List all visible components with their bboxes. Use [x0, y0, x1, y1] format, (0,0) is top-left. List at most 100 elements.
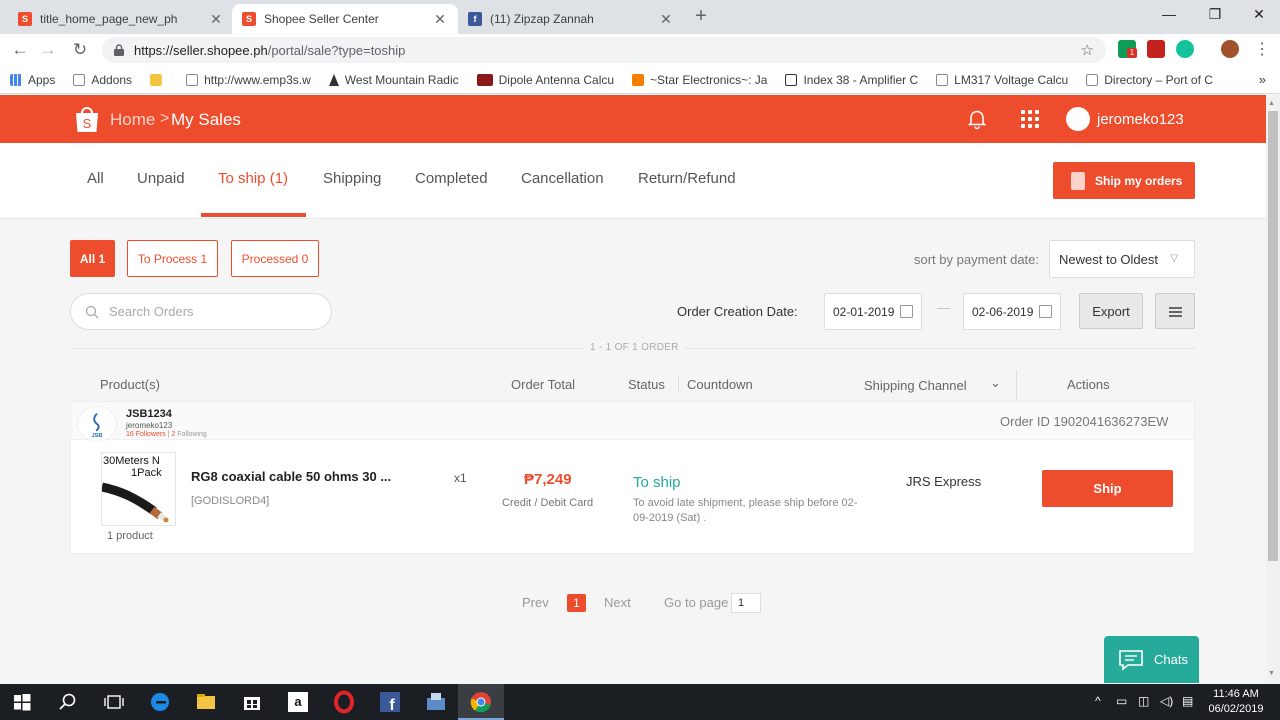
- tray-overflow-icon[interactable]: ^: [1095, 694, 1101, 708]
- export-button[interactable]: Export: [1079, 293, 1143, 329]
- scroll-down-icon[interactable]: ▼: [1268, 670, 1275, 677]
- ship-button[interactable]: Ship: [1042, 470, 1173, 507]
- search-input[interactable]: [109, 304, 309, 319]
- network-icon[interactable]: ◫: [1138, 694, 1149, 708]
- tab-unpaid[interactable]: Unpaid: [137, 170, 185, 187]
- maximize-icon[interactable]: ❐: [1192, 0, 1238, 30]
- windows-start-icon[interactable]: [10, 690, 34, 714]
- new-tab-icon[interactable]: +: [690, 6, 712, 28]
- browser-tab-title: Shopee Seller Center: [264, 12, 379, 26]
- bell-icon[interactable]: [966, 108, 988, 130]
- volume-icon[interactable]: ◁): [1160, 694, 1173, 708]
- close-tab-icon[interactable]: ✕: [658, 11, 674, 28]
- product-quantity: x1: [454, 471, 467, 485]
- blocker-extension-icon[interactable]: [1147, 40, 1165, 58]
- ship-my-orders-button[interactable]: Ship my orders: [1053, 162, 1195, 199]
- extension-icon[interactable]: 1: [1118, 40, 1137, 58]
- tab-cancellation[interactable]: Cancellation: [521, 170, 604, 187]
- browser-tab-3[interactable]: f (11) Zipzap Zannah ✕: [458, 4, 684, 34]
- browser-tab-1[interactable]: S title_home_page_new_ph ✕: [8, 4, 234, 34]
- next-page-button[interactable]: Next: [604, 595, 631, 610]
- username[interactable]: jeromeko123: [1097, 111, 1184, 128]
- shop-name[interactable]: JSB1234: [126, 408, 172, 420]
- coax-cable-illustration: [102, 482, 169, 523]
- taskbar-clock[interactable]: 11:46 AM 06/02/2019: [1206, 687, 1266, 717]
- current-page[interactable]: 1: [567, 594, 586, 612]
- sort-value: Newest to Oldest: [1059, 251, 1158, 267]
- browser-tab-strip: S title_home_page_new_ph ✕ S Shopee Sell…: [0, 0, 1280, 34]
- sort-dropdown[interactable]: Newest to Oldest ▽: [1049, 240, 1195, 278]
- go-to-page-input[interactable]: 1: [731, 593, 761, 613]
- edge-browser-icon[interactable]: [148, 690, 172, 714]
- facebook-icon[interactable]: f: [378, 690, 402, 714]
- apps-grid-icon[interactable]: [1021, 110, 1039, 128]
- scrollbar-thumb[interactable]: [1268, 111, 1278, 561]
- facebook-favicon-icon: f: [468, 12, 482, 26]
- bookmark-item[interactable]: ~Star Electronics~: Ja: [632, 73, 767, 87]
- bookmark-item[interactable]: West Mountain Radic: [328, 73, 459, 87]
- bookmark-item[interactable]: [150, 73, 168, 86]
- back-icon[interactable]: ←: [8, 38, 32, 62]
- date-range-dash: —: [937, 300, 950, 315]
- product-name[interactable]: RG8 coaxial cable 50 ohms 30 ...: [191, 469, 391, 484]
- breadcrumb-home[interactable]: Home: [110, 110, 155, 130]
- column-header-order-total: Order Total: [511, 377, 576, 392]
- file-explorer-icon[interactable]: [194, 690, 218, 714]
- bookmark-item[interactable]: Directory – Port of C: [1086, 73, 1213, 87]
- browser-tab-2[interactable]: S Shopee Seller Center ✕: [232, 4, 458, 34]
- action-center-icon[interactable]: ▤: [1182, 694, 1193, 708]
- bookmark-item[interactable]: Dipole Antenna Calcu: [476, 73, 614, 87]
- rb-icon: [476, 73, 493, 86]
- chevron-down-icon[interactable]: ⌄: [990, 375, 1001, 391]
- tab-completed[interactable]: Completed: [415, 170, 488, 187]
- network-app-icon[interactable]: [424, 690, 448, 714]
- index-icon: [785, 73, 798, 86]
- bookmarks-overflow-icon[interactable]: »: [1259, 72, 1266, 87]
- battery-icon[interactable]: ▭: [1116, 694, 1127, 708]
- lock-icon: [114, 44, 124, 56]
- forward-icon[interactable]: →: [36, 38, 60, 62]
- minimize-icon[interactable]: —: [1146, 0, 1192, 30]
- filter-chip-all[interactable]: All 1: [70, 240, 115, 277]
- chats-button[interactable]: Chats: [1104, 636, 1199, 683]
- grammarly-extension-icon[interactable]: [1176, 40, 1194, 58]
- calendar-icon[interactable]: [1039, 305, 1052, 318]
- profile-avatar-icon[interactable]: [1221, 40, 1239, 58]
- product-image[interactable]: 30Meters N 1Pack: [101, 452, 176, 526]
- search-icon[interactable]: [56, 690, 80, 714]
- chrome-icon[interactable]: [469, 690, 493, 714]
- bookmark-item[interactable]: LM317 Voltage Calcu: [936, 73, 1068, 87]
- window-close-icon[interactable]: ✕: [1236, 0, 1280, 30]
- tab-shipping[interactable]: Shipping: [323, 170, 381, 187]
- opera-icon[interactable]: [332, 690, 356, 714]
- date-to-field[interactable]: 02-06-2019: [963, 293, 1061, 330]
- calendar-icon[interactable]: [900, 305, 913, 318]
- store-icon[interactable]: [240, 690, 264, 714]
- bookmark-item[interactable]: http://www.emp3s.w: [186, 73, 311, 87]
- task-view-icon[interactable]: [102, 690, 126, 714]
- filter-chip-processed[interactable]: Processed 0: [231, 240, 319, 277]
- bookmark-item[interactable]: Apps: [10, 73, 55, 87]
- date-from-field[interactable]: 02-01-2019: [824, 293, 922, 330]
- bookmark-item[interactable]: Index 38 - Amplifier C: [785, 73, 918, 87]
- list-menu-button[interactable]: [1155, 293, 1195, 329]
- prev-page-button[interactable]: Prev: [522, 595, 549, 610]
- bookmark-star-icon[interactable]: ☆: [1081, 41, 1094, 59]
- shopee-logo-icon[interactable]: S: [72, 104, 102, 134]
- close-tab-icon[interactable]: ✕: [208, 11, 224, 28]
- bookmark-item[interactable]: Addons: [73, 73, 132, 87]
- column-header-shipping-channel[interactable]: Shipping Channel: [864, 378, 967, 393]
- amazon-icon[interactable]: a: [286, 690, 310, 714]
- tab-return-refund[interactable]: Return/Refund: [638, 170, 736, 187]
- filter-chip-to-process[interactable]: To Process 1: [127, 240, 218, 277]
- tab-to-ship[interactable]: To ship (1): [218, 170, 288, 187]
- browser-toolbar: ← → ↻ https://seller.shopee.ph/portal/sa…: [0, 34, 1280, 66]
- address-bar[interactable]: https://seller.shopee.ph/portal/sale?typ…: [102, 37, 1106, 63]
- tab-all[interactable]: All: [87, 170, 104, 187]
- close-tab-icon[interactable]: ✕: [432, 11, 448, 28]
- chrome-menu-icon[interactable]: ⋮: [1250, 38, 1274, 62]
- scroll-up-icon[interactable]: ▲: [1268, 100, 1275, 107]
- avatar[interactable]: [1066, 107, 1090, 131]
- chevron-down-icon: ▽: [1170, 253, 1178, 264]
- reload-icon[interactable]: ↻: [68, 38, 92, 62]
